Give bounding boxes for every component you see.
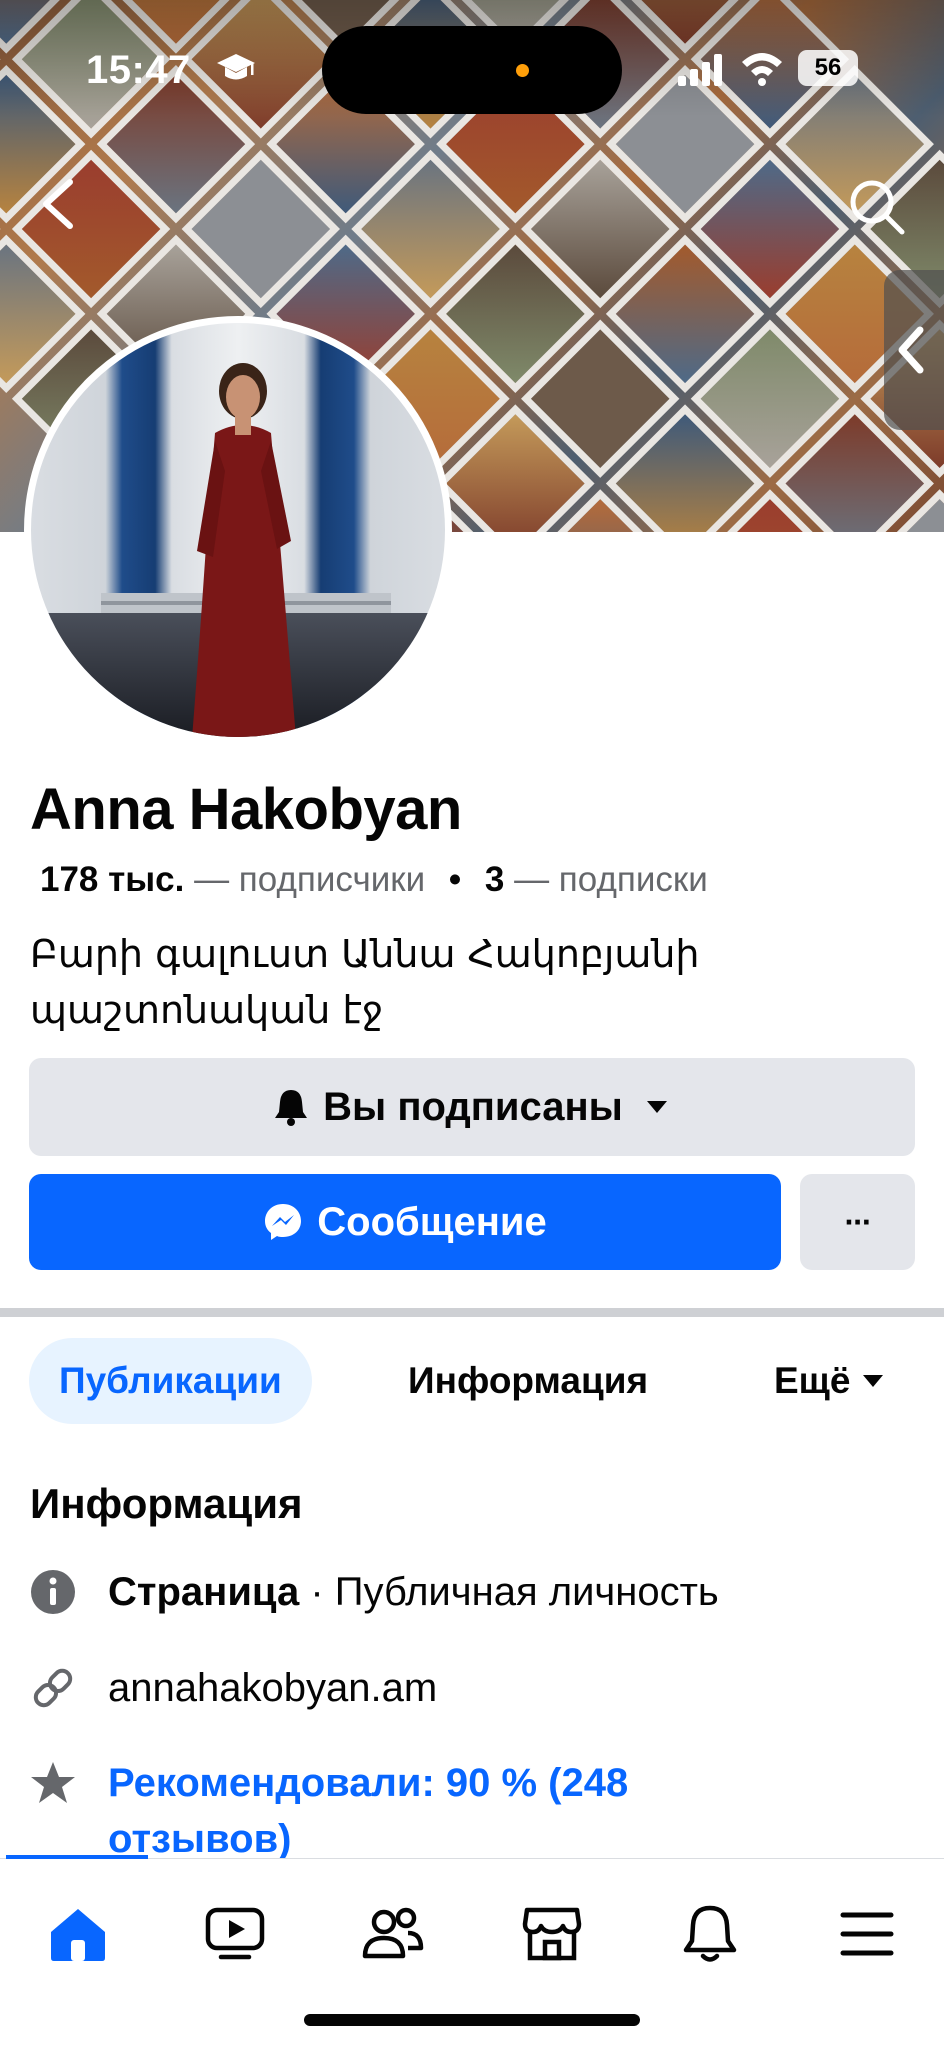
- info-icon: [31, 1570, 75, 1614]
- graduation-cap-icon: [217, 54, 255, 80]
- rating-text[interactable]: Рекомендовали: 90 % (248 отзывов): [108, 1755, 808, 1867]
- bell-icon: [275, 1090, 308, 1126]
- side-panel-handle[interactable]: [884, 270, 944, 430]
- nav-home[interactable]: [43, 1899, 113, 1969]
- more-options-label: ···: [844, 1203, 873, 1240]
- active-tab-indicator: [6, 1855, 148, 1859]
- page-type-bold: Страница: [108, 1570, 300, 1614]
- info-section-title: Информация: [30, 1480, 303, 1527]
- wifi-icon: [742, 53, 782, 86]
- home-indicator[interactable]: [304, 2014, 640, 2026]
- message-button[interactable]: Сообщение: [29, 1174, 781, 1270]
- nav-marketplace[interactable]: [517, 1899, 587, 1969]
- caret-down-icon: [863, 1375, 884, 1387]
- nav-notifications[interactable]: [675, 1899, 745, 1969]
- back-arrow-icon[interactable]: [36, 176, 80, 232]
- marketplace-icon: [522, 1907, 582, 1961]
- tab-posts-label: Публикации: [59, 1360, 282, 1401]
- dynamic-island: [322, 26, 622, 114]
- following-count[interactable]: 3: [485, 860, 504, 899]
- message-button-label: Сообщение: [317, 1199, 547, 1244]
- privacy-indicator-icon: [516, 64, 529, 77]
- caret-down-icon: [646, 1101, 667, 1113]
- following-label[interactable]: — подписки: [514, 860, 708, 899]
- messenger-icon: [265, 1204, 302, 1240]
- website-row[interactable]: annahakobyan.am: [30, 1660, 437, 1716]
- menu-icon: [840, 1912, 894, 1956]
- tab-more-label: Ещё: [774, 1360, 851, 1401]
- status-time: 15:47: [86, 48, 191, 92]
- tab-more[interactable]: Ещё: [774, 1338, 886, 1424]
- tab-about[interactable]: Информация: [408, 1338, 648, 1424]
- nav-menu[interactable]: [832, 1899, 902, 1969]
- followers-count[interactable]: 178 тыс.: [40, 860, 184, 899]
- following-button-label: Вы подписаны: [323, 1084, 623, 1129]
- tab-about-label: Информация: [408, 1360, 649, 1401]
- profile-name: Anna Hakobyan: [30, 777, 462, 842]
- profile-avatar[interactable]: [24, 316, 452, 744]
- search-icon[interactable]: [846, 176, 906, 236]
- friends-icon: [362, 1907, 424, 1959]
- page-type-category: · Публичная личность: [299, 1570, 719, 1614]
- link-icon: [33, 1668, 73, 1708]
- chevron-left-icon: [898, 326, 924, 374]
- star-icon: [31, 1762, 75, 1803]
- rating-row[interactable]: Рекомендовали: 90 % (248 отзывов): [30, 1755, 808, 1867]
- section-divider: [0, 1308, 944, 1317]
- stats-separator: •: [448, 860, 462, 899]
- profile-bio: Բարի գալուստ Աննա Հակոբյանի պաշտոնական է…: [30, 932, 700, 1032]
- video-icon: [205, 1907, 265, 1960]
- website-link[interactable]: annahakobyan.am: [108, 1660, 437, 1716]
- nav-video[interactable]: [200, 1899, 270, 1969]
- page-type-row: Страница · Публичная личность: [30, 1564, 719, 1620]
- home-icon: [51, 1909, 105, 1961]
- following-button[interactable]: Вы подписаны: [29, 1058, 915, 1156]
- followers-label[interactable]: — подписчики: [194, 860, 425, 899]
- tab-posts[interactable]: Публикации: [29, 1338, 312, 1424]
- notifications-icon: [683, 1905, 737, 1962]
- more-options-button[interactable]: ···: [800, 1174, 915, 1270]
- nav-friends[interactable]: [358, 1899, 428, 1969]
- avatar-person: [192, 363, 296, 737]
- signal-icon: [678, 54, 722, 86]
- status-bar: 15:47 56: [0, 0, 944, 114]
- battery-icon: 56: [798, 50, 858, 86]
- profile-stats: 178 тыс. — подписчики • 3 — подписки: [40, 860, 708, 900]
- battery-level: 56: [814, 54, 842, 81]
